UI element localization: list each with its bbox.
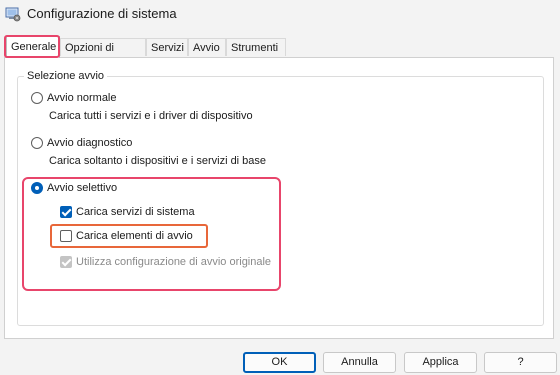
normal-startup-description: Carica tutti i servizi e i driver di dis… bbox=[49, 110, 253, 122]
ok-button[interactable]: OK bbox=[243, 352, 316, 373]
diagnostic-startup-label[interactable]: Avvio diagnostico bbox=[47, 137, 132, 149]
title-bar: Configurazione di sistema bbox=[0, 0, 560, 30]
diagnostic-startup-radio[interactable] bbox=[31, 137, 43, 149]
tab-opzioni-di-avvio[interactable]: Opzioni di avvio bbox=[60, 38, 146, 72]
msconfig-app-icon bbox=[5, 7, 21, 22]
tab-strumenti[interactable]: Strumenti bbox=[226, 38, 286, 56]
cancel-button[interactable]: Annulla bbox=[323, 352, 396, 373]
help-button[interactable]: ? bbox=[484, 352, 557, 373]
tab-highlight-marker bbox=[4, 35, 60, 58]
window-title: Configurazione di sistema bbox=[27, 6, 177, 21]
normal-startup-radio[interactable] bbox=[31, 92, 43, 104]
tab-servizi[interactable]: Servizi bbox=[146, 38, 188, 56]
apply-button[interactable]: Applica bbox=[404, 352, 477, 373]
diagnostic-startup-description: Carica soltanto i dispositivi e i serviz… bbox=[49, 155, 267, 167]
group-label: Selezione avvio bbox=[24, 70, 108, 82]
normal-startup-label[interactable]: Avvio normale bbox=[47, 92, 117, 104]
tab-avvio[interactable]: Avvio bbox=[188, 38, 226, 56]
startup-items-highlight bbox=[50, 224, 208, 248]
